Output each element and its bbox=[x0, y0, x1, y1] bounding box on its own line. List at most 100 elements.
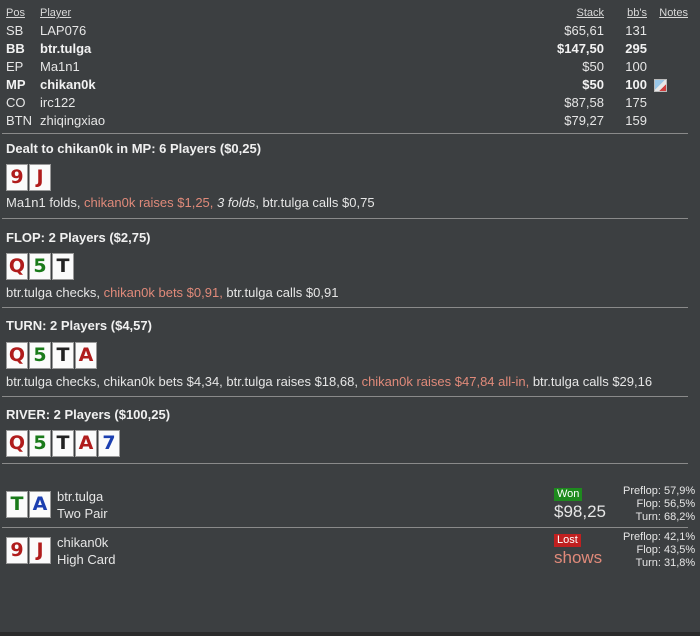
player-pos: EP bbox=[6, 59, 24, 74]
divider bbox=[2, 527, 688, 528]
playing-card: Q bbox=[6, 430, 28, 457]
loser-equity-stats: Preflop: 42,1% Flop: 43,5% Turn: 31,8% bbox=[623, 531, 696, 570]
turn-title: TURN: 2 Players ($4,57) bbox=[6, 318, 152, 333]
winner-name: btr.tulga bbox=[57, 489, 104, 504]
player-bb: 100 bbox=[625, 77, 647, 92]
equity-value: 43,5% bbox=[664, 544, 696, 556]
flop-title: FLOP: 2 Players ($2,75) bbox=[6, 230, 151, 245]
player-pos: SB bbox=[6, 23, 24, 38]
turn-cards: Q5TA bbox=[6, 342, 97, 369]
river-cards: Q5TA7 bbox=[6, 430, 120, 457]
playing-card: T bbox=[52, 253, 74, 280]
equity-value: 56,5% bbox=[664, 498, 696, 510]
header-pos[interactable]: Pos bbox=[6, 6, 25, 20]
equity-stat: Turn: 68,2% bbox=[623, 511, 696, 524]
loser-hand: High Card bbox=[57, 552, 116, 567]
equity-label: Flop: bbox=[636, 498, 661, 510]
action-text: 3 folds bbox=[217, 195, 256, 210]
playing-card: A bbox=[75, 430, 97, 457]
player-bb: 175 bbox=[625, 95, 647, 110]
player-stack: $87,58 bbox=[564, 95, 604, 110]
player-row[interactable]: CO irc122 $87,58 175 bbox=[6, 94, 690, 112]
lost-badge: Lost bbox=[554, 534, 581, 547]
playing-card: 7 bbox=[98, 430, 120, 457]
winner-hand: Two Pair bbox=[57, 506, 108, 521]
player-name: chikan0k bbox=[40, 77, 96, 92]
loser-name: chikan0k bbox=[57, 535, 109, 550]
player-pos: MP bbox=[6, 77, 26, 92]
hero-action: chikan0k raises $1,25, bbox=[84, 195, 218, 210]
action-text: btr.tulga calls $29,16 bbox=[532, 374, 653, 389]
playing-card: A bbox=[75, 342, 97, 369]
player-row[interactable]: EP Ma1n1 $50 100 bbox=[6, 58, 690, 76]
player-name: irc122 bbox=[40, 95, 76, 110]
playing-card: Q bbox=[6, 342, 28, 369]
equity-stat: Preflop: 42,1% bbox=[623, 531, 696, 544]
hero-action: chikan0k raises $47,84 all-in, bbox=[361, 374, 533, 389]
player-stack: $79,27 bbox=[564, 113, 604, 128]
header-notes[interactable]: Notes bbox=[659, 6, 688, 20]
equity-stat: Flop: 43,5% bbox=[623, 544, 696, 557]
player-bb: 295 bbox=[625, 41, 647, 56]
player-bb: 100 bbox=[625, 59, 647, 74]
players-table: Pos Player Stack bb's Notes SB LAP076 $65,… bbox=[6, 6, 690, 130]
playing-card: J bbox=[29, 537, 51, 564]
flop-actions: btr.tulga checks, chikan0k bets $0,91, b… bbox=[6, 285, 338, 300]
divider bbox=[2, 307, 688, 308]
player-row[interactable]: BTN zhiqingxiao $79,27 159 bbox=[6, 112, 690, 130]
header-bb[interactable]: bb's bbox=[627, 6, 647, 20]
note-icon[interactable] bbox=[654, 79, 667, 92]
header-player[interactable]: Player bbox=[40, 6, 71, 20]
won-amount: $98,25 bbox=[554, 502, 606, 521]
equity-label: Flop: bbox=[636, 544, 661, 556]
flop-cards: Q5T bbox=[6, 253, 74, 280]
player-row[interactable]: BB btr.tulga $147,50 295 bbox=[6, 40, 690, 58]
equity-label: Preflop: bbox=[623, 485, 661, 497]
player-name: Ma1n1 bbox=[40, 59, 80, 74]
player-pos: CO bbox=[6, 95, 26, 110]
player-pos: BB bbox=[6, 41, 25, 56]
preflop-title: Dealt to chikan0k in MP: 6 Players ($0,2… bbox=[6, 141, 262, 156]
player-name: LAP076 bbox=[40, 23, 87, 38]
player-row[interactable]: SB LAP076 $65,61 131 bbox=[6, 22, 690, 40]
winner-cards: TA bbox=[6, 491, 51, 518]
action-text: Ma1n1 folds, bbox=[6, 195, 85, 210]
player-stack: $50 bbox=[582, 77, 604, 92]
loser-cards: 9J bbox=[6, 537, 51, 564]
divider bbox=[2, 463, 688, 464]
equity-label: Preflop: bbox=[623, 531, 661, 543]
equity-stat: Turn: 31,8% bbox=[623, 557, 696, 570]
playing-card: 9 bbox=[6, 164, 28, 191]
player-name: btr.tulga bbox=[40, 41, 92, 56]
equity-label: Turn: bbox=[635, 557, 661, 569]
equity-value: 68,2% bbox=[664, 511, 696, 523]
playing-card: 9 bbox=[6, 537, 28, 564]
playing-card: 5 bbox=[29, 253, 51, 280]
turn-actions: btr.tulga checks, chikan0k bets $4,34, b… bbox=[6, 374, 652, 389]
player-stack: $65,61 bbox=[564, 23, 604, 38]
action-text: btr.tulga checks, chikan0k bets $4,34, b… bbox=[6, 374, 362, 389]
action-text: btr.tulga checks, bbox=[6, 285, 104, 300]
player-stack: $50 bbox=[582, 59, 604, 74]
equity-value: 31,8% bbox=[664, 557, 696, 569]
player-stack: $147,50 bbox=[557, 41, 604, 56]
horizontal-scrollbar[interactable] bbox=[0, 632, 700, 636]
action-text: btr.tulga calls $0,91 bbox=[226, 285, 339, 300]
winner-equity-stats: Preflop: 57,9% Flop: 56,5% Turn: 68,2% bbox=[623, 485, 696, 524]
playing-card: T bbox=[6, 491, 28, 518]
header-stack[interactable]: Stack bbox=[576, 6, 604, 20]
playing-card: 5 bbox=[29, 342, 51, 369]
player-pos: BTN bbox=[6, 113, 32, 128]
playing-card: J bbox=[29, 164, 51, 191]
playing-card: A bbox=[29, 491, 51, 518]
playing-card: Q bbox=[6, 253, 28, 280]
divider bbox=[2, 218, 688, 219]
equity-value: 57,9% bbox=[664, 485, 696, 497]
equity-value: 42,1% bbox=[664, 531, 696, 543]
equity-stat: Preflop: 57,9% bbox=[623, 485, 696, 498]
player-bb: 131 bbox=[625, 23, 647, 38]
player-row[interactable]: MP chikan0k $50 100 bbox=[6, 76, 690, 94]
players-header-row: Pos Player Stack bb's Notes bbox=[6, 6, 690, 22]
equity-label: Turn: bbox=[635, 511, 661, 523]
river-title: RIVER: 2 Players ($100,25) bbox=[6, 407, 171, 422]
